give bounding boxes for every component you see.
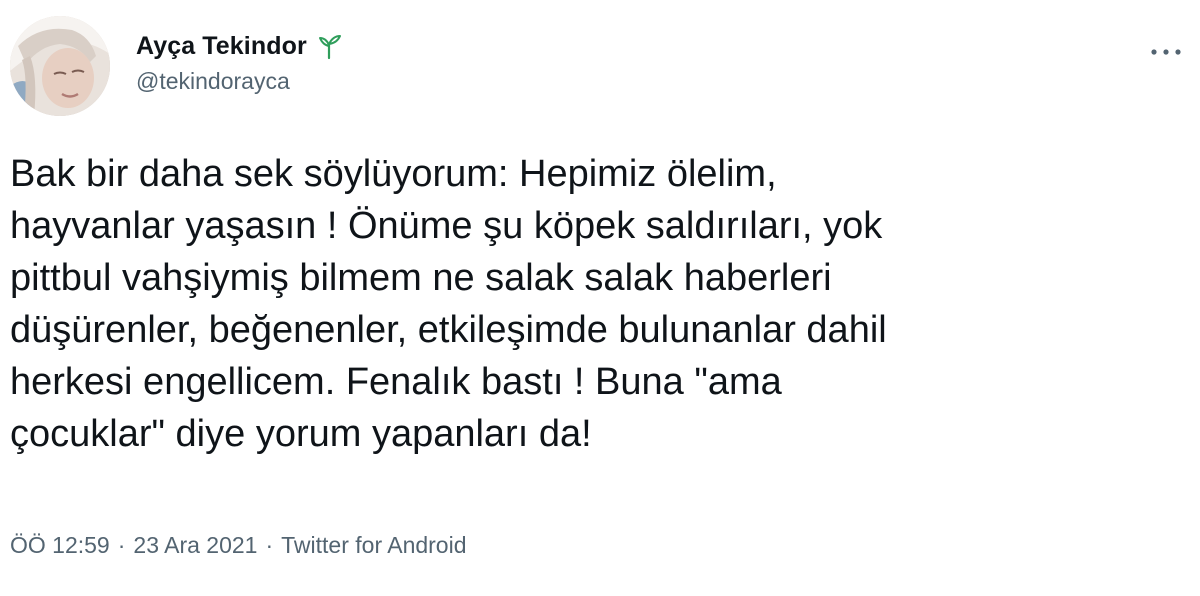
meta-separator: · bbox=[117, 532, 126, 558]
tweet-card: Ayça Tekindor @tekindorayca Bak bir daha… bbox=[0, 0, 1200, 596]
user-handle[interactable]: @tekindorayca bbox=[136, 68, 343, 95]
sprout-icon bbox=[315, 32, 343, 60]
user-info: Ayça Tekindor @tekindorayca bbox=[136, 30, 343, 95]
tweet-source-link[interactable]: Twitter for Android bbox=[281, 532, 466, 559]
tweet-header: Ayça Tekindor @tekindorayca bbox=[10, 14, 1190, 118]
tweet-time-link[interactable]: ÖÖ 12:59 bbox=[10, 532, 110, 559]
tweet-date-link[interactable]: 23 Ara 2021 bbox=[133, 532, 257, 559]
meta-separator: · bbox=[265, 532, 274, 558]
more-options-button[interactable] bbox=[1146, 42, 1186, 62]
ellipsis-icon bbox=[1151, 49, 1181, 55]
name-row: Ayça Tekindor bbox=[136, 30, 343, 62]
avatar[interactable] bbox=[10, 16, 110, 116]
tweet-meta: ÖÖ 12:59 · 23 Ara 2021 · Twitter for And… bbox=[10, 532, 467, 559]
tweet-text: Bak bir daha sek söylüyorum: Hepimiz öle… bbox=[10, 153, 887, 455]
display-name[interactable]: Ayça Tekindor bbox=[136, 32, 307, 61]
